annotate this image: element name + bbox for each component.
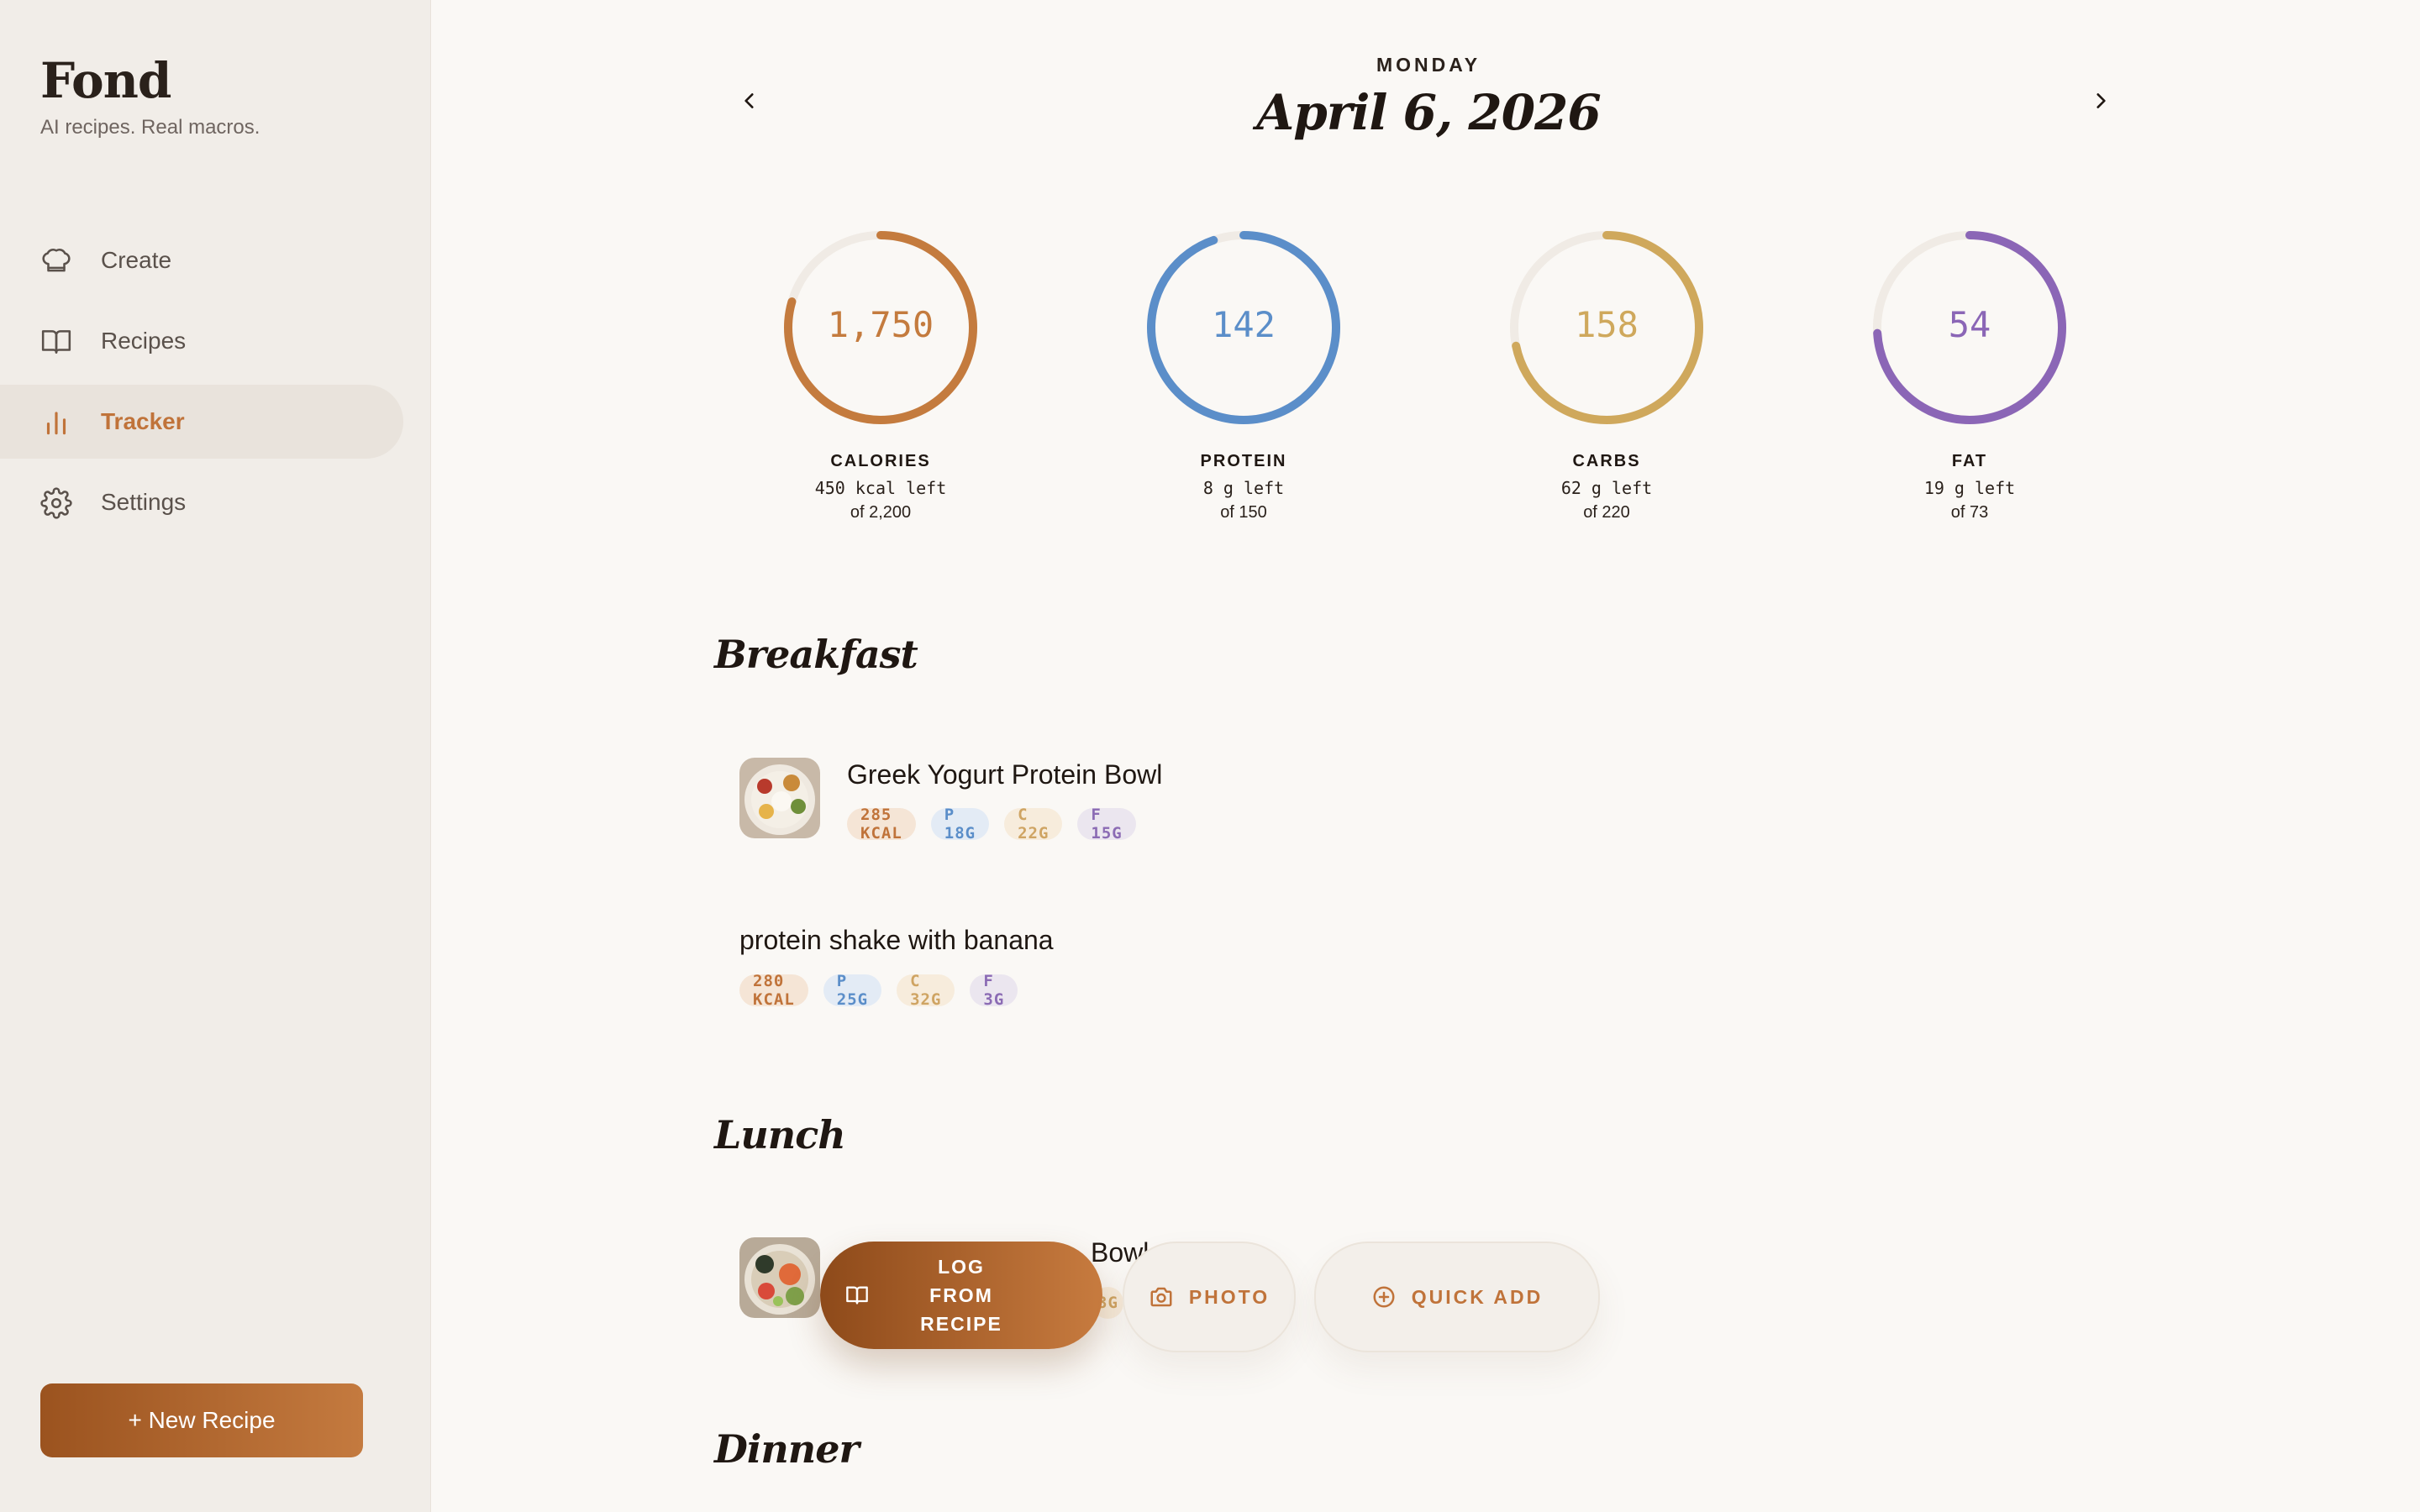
- kcal-pill: 280 KCAL: [739, 972, 808, 1009]
- sidebar: Fond AI recipes. Real macros. Create Rec…: [0, 0, 431, 1512]
- chevron-right-icon: [2096, 93, 2106, 108]
- sidebar-item-create[interactable]: Create: [0, 223, 403, 297]
- log-from-recipe-label: LOG FROM RECIPE: [904, 1252, 1018, 1338]
- book-icon: [846, 1286, 868, 1305]
- carbs-ring: 158 CARBS 62 g left of 220: [1506, 227, 1707, 522]
- entry-name: protein shake with banana: [739, 925, 1054, 955]
- brand-tagline: AI recipes. Real macros.: [40, 116, 260, 139]
- carbs-remaining: 62 g left: [1560, 478, 1653, 498]
- fat-remaining: 19 g left: [1923, 478, 2016, 498]
- sidebar-item-label: Recipes: [101, 328, 187, 354]
- carbs-pill: C 32G: [897, 972, 955, 1009]
- dinner-heading: Dinner: [714, 1426, 860, 1472]
- fat-pill: F 15G: [1077, 806, 1136, 843]
- photo-label: PHOTO: [1188, 1285, 1270, 1308]
- macro-pills: 280 KCAL P 25G C 32G F 3G: [739, 972, 1018, 1009]
- book-icon: [41, 330, 71, 354]
- macro-pills: 285 KCAL P 18G C 22G F 15G: [847, 806, 1136, 843]
- calories-label: CALORIES: [830, 452, 931, 470]
- date-title: April 6, 2026: [1256, 84, 1602, 141]
- new-recipe-button[interactable]: + New Recipe: [40, 1383, 363, 1457]
- sidebar-item-tracker[interactable]: Tracker: [0, 385, 403, 459]
- sidebar-nav: Create Recipes Tracker Settings: [0, 223, 430, 546]
- breakfast-heading: Breakfast: [714, 632, 918, 677]
- gear-icon: [40, 487, 72, 519]
- protein-goal: of 150: [1220, 503, 1267, 522]
- camera-icon: [1150, 1287, 1172, 1307]
- protein-label: PROTEIN: [1200, 452, 1287, 470]
- weekday-label: MONDAY: [1376, 54, 1481, 76]
- food-thumbnail: [739, 758, 820, 838]
- quick-add-label: QUICK ADD: [1411, 1285, 1544, 1308]
- prev-day-button[interactable]: [729, 81, 770, 121]
- fat-pill: F 3G: [970, 972, 1018, 1009]
- protein-pill: P 25G: [823, 972, 882, 1009]
- sidebar-item-label: Settings: [101, 489, 187, 515]
- sidebar-item-settings[interactable]: Settings: [0, 465, 403, 539]
- calories-value: 1,750: [827, 304, 934, 345]
- carbs-pill: C 22G: [1004, 806, 1063, 843]
- protein-ring: 142 PROTEIN 8 g left of 150: [1143, 227, 1344, 522]
- bar-chart-icon: [46, 412, 66, 435]
- protein-remaining: 8 g left: [1202, 478, 1285, 498]
- protein-pill: P 18G: [930, 806, 990, 843]
- entry-name: Greek Yogurt Protein Bowl: [847, 759, 1163, 790]
- kcal-pill: 285 KCAL: [847, 806, 916, 843]
- protein-value: 142: [1212, 304, 1276, 345]
- chevron-left-icon: [744, 93, 754, 108]
- sidebar-item-recipes[interactable]: Recipes: [0, 304, 403, 378]
- calories-remaining: 450 kcal left: [814, 478, 947, 498]
- quick-add-button[interactable]: QUICK ADD: [1314, 1242, 1600, 1352]
- carbs-label: CARBS: [1572, 452, 1641, 470]
- log-label-line2: RECIPE: [920, 1313, 1002, 1335]
- brand-logo[interactable]: Fond: [40, 52, 171, 109]
- fat-value: 54: [1948, 304, 1991, 345]
- log-from-recipe-button[interactable]: LOG FROM RECIPE: [820, 1242, 1102, 1349]
- carbs-goal: of 220: [1583, 503, 1630, 522]
- sidebar-item-label: Create: [101, 247, 172, 273]
- calories-ring: 1,750 CALORIES 450 kcal left of 2,200: [780, 227, 981, 522]
- sidebar-item-label: Tracker: [101, 408, 185, 434]
- chef-hat-icon: [42, 249, 71, 272]
- fat-ring: 54 FAT 19 g left of 73: [1869, 227, 2070, 522]
- fat-label: FAT: [1951, 452, 1988, 470]
- next-day-button[interactable]: [2081, 81, 2121, 121]
- photo-button[interactable]: PHOTO: [1123, 1242, 1296, 1352]
- food-thumbnail: [739, 1237, 820, 1318]
- lunch-heading: Lunch: [714, 1112, 846, 1158]
- carbs-value: 158: [1575, 304, 1639, 345]
- fat-goal: of 73: [1950, 503, 1989, 522]
- log-label-line1: LOG FROM: [929, 1256, 993, 1306]
- plus-circle-icon: [1373, 1286, 1395, 1308]
- calories-goal: of 2,200: [850, 503, 912, 522]
